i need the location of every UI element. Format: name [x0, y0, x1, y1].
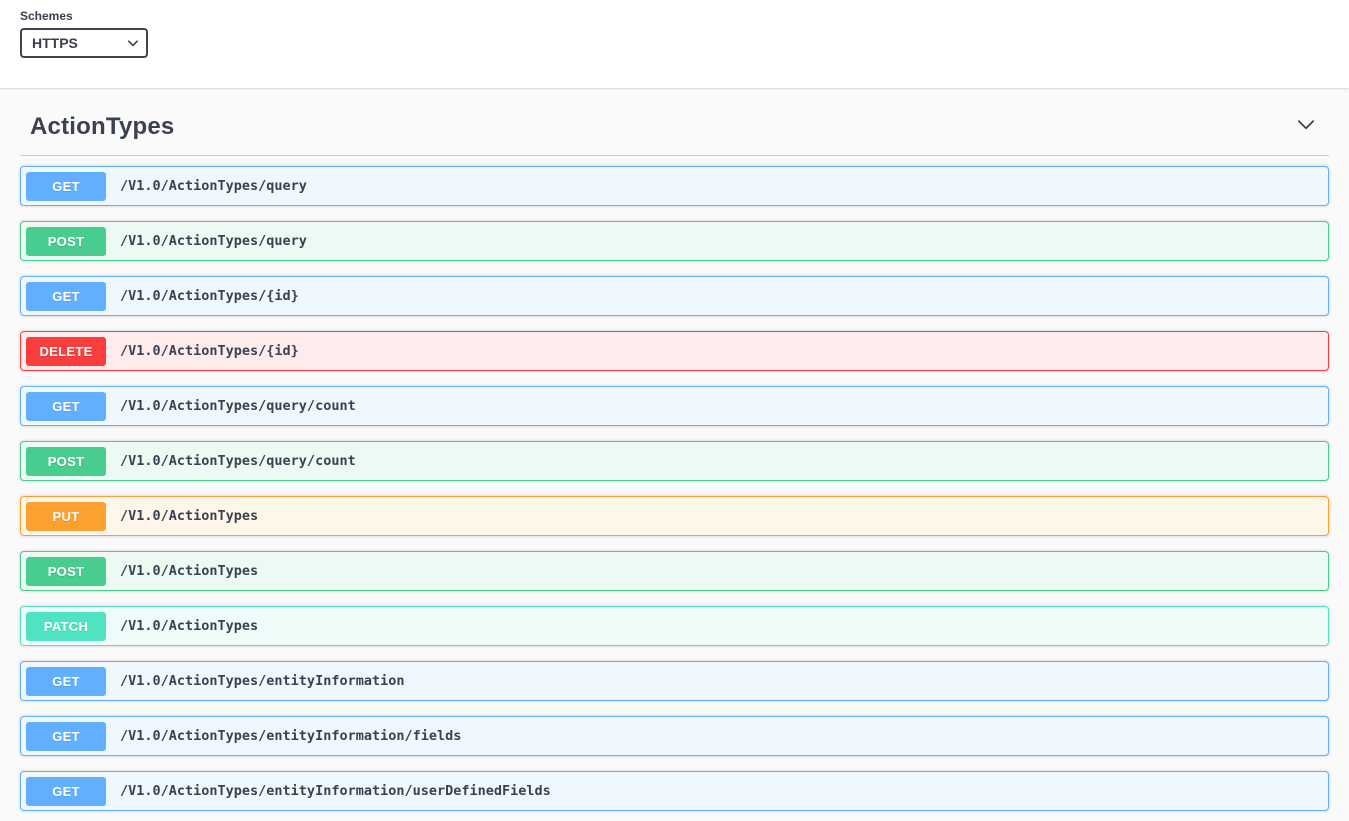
method-badge: GET — [26, 282, 106, 311]
schemes-label: Schemes — [20, 9, 1349, 23]
tag-title: ActionTypes — [30, 113, 174, 141]
method-badge: POST — [26, 557, 106, 586]
method-badge: POST — [26, 447, 106, 476]
schemes-select-wrap: HTTPS — [20, 28, 148, 58]
method-badge: GET — [26, 667, 106, 696]
endpoint-path: /V1.0/ActionTypes/{id} — [120, 288, 299, 304]
endpoint-path: /V1.0/ActionTypes — [120, 618, 258, 634]
method-badge: PATCH — [26, 612, 106, 641]
endpoint-row[interactable]: PUT /V1.0/ActionTypes — [20, 496, 1329, 536]
endpoint-path: /V1.0/ActionTypes/query — [120, 178, 307, 194]
endpoint-path: /V1.0/ActionTypes/{id} — [120, 343, 299, 359]
endpoint-path: /V1.0/ActionTypes/entityInformation/fiel… — [120, 728, 461, 744]
api-section: ActionTypes GET /V1.0/ActionTypes/query … — [0, 88, 1349, 811]
collapse-section-button[interactable] — [1293, 112, 1319, 141]
schemes-bar: Schemes HTTPS — [0, 0, 1349, 88]
endpoint-row[interactable]: GET /V1.0/ActionTypes/entityInformation/… — [20, 716, 1329, 756]
method-badge: DELETE — [26, 337, 106, 366]
method-badge: PUT — [26, 502, 106, 531]
method-badge: POST — [26, 227, 106, 256]
endpoint-row[interactable]: POST /V1.0/ActionTypes/query/count — [20, 441, 1329, 481]
endpoint-row[interactable]: POST /V1.0/ActionTypes/query — [20, 221, 1329, 261]
method-badge: GET — [26, 392, 106, 421]
endpoint-path: /V1.0/ActionTypes/entityInformation/user… — [120, 783, 551, 799]
endpoint-row[interactable]: GET /V1.0/ActionTypes/query — [20, 166, 1329, 206]
endpoint-row[interactable]: GET /V1.0/ActionTypes/entityInformation — [20, 661, 1329, 701]
endpoint-row[interactable]: POST /V1.0/ActionTypes — [20, 551, 1329, 591]
tag-header-actiontypes[interactable]: ActionTypes — [20, 102, 1329, 156]
endpoint-row[interactable]: GET /V1.0/ActionTypes/query/count — [20, 386, 1329, 426]
endpoint-list: GET /V1.0/ActionTypes/query POST /V1.0/A… — [20, 164, 1329, 811]
method-badge: GET — [26, 777, 106, 806]
method-badge: GET — [26, 722, 106, 751]
endpoint-row[interactable]: GET /V1.0/ActionTypes/entityInformation/… — [20, 771, 1329, 811]
schemes-select[interactable]: HTTPS — [20, 28, 148, 58]
endpoint-path: /V1.0/ActionTypes/query — [120, 233, 307, 249]
endpoint-path: /V1.0/ActionTypes/query/count — [120, 398, 356, 414]
endpoint-path: /V1.0/ActionTypes — [120, 563, 258, 579]
endpoint-row[interactable]: PATCH /V1.0/ActionTypes — [20, 606, 1329, 646]
method-badge: GET — [26, 172, 106, 201]
endpoint-row[interactable]: DELETE /V1.0/ActionTypes/{id} — [20, 331, 1329, 371]
endpoint-path: /V1.0/ActionTypes/query/count — [120, 453, 356, 469]
endpoint-row[interactable]: GET /V1.0/ActionTypes/{id} — [20, 276, 1329, 316]
endpoint-path: /V1.0/ActionTypes/entityInformation — [120, 673, 404, 689]
chevron-down-icon — [1295, 114, 1317, 139]
endpoint-path: /V1.0/ActionTypes — [120, 508, 258, 524]
